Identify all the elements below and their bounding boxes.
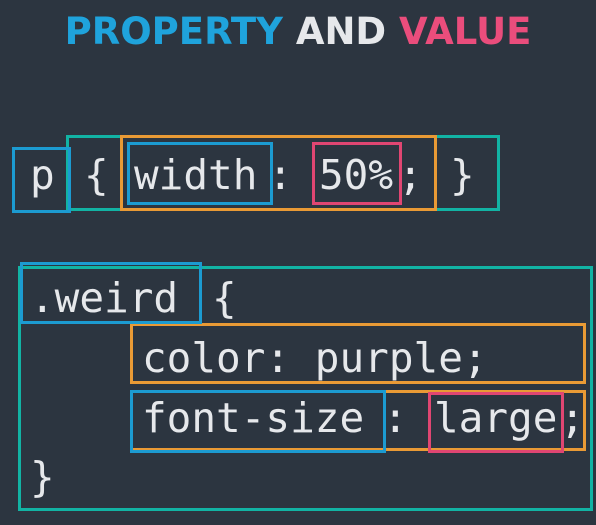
title-and-word: AND <box>295 10 387 53</box>
value-box-large <box>428 392 564 453</box>
selector-box-2 <box>20 262 202 324</box>
value-box-1 <box>312 142 402 205</box>
title-property-word: PROPERTY <box>64 10 283 53</box>
selector-box-1 <box>12 147 71 213</box>
title-value-word: VALUE <box>399 10 532 53</box>
slide-title: PROPERTY AND VALUE <box>0 10 596 53</box>
property-box-font-size <box>130 390 386 453</box>
declaration-box-color <box>130 323 586 384</box>
property-box-1 <box>127 142 273 205</box>
